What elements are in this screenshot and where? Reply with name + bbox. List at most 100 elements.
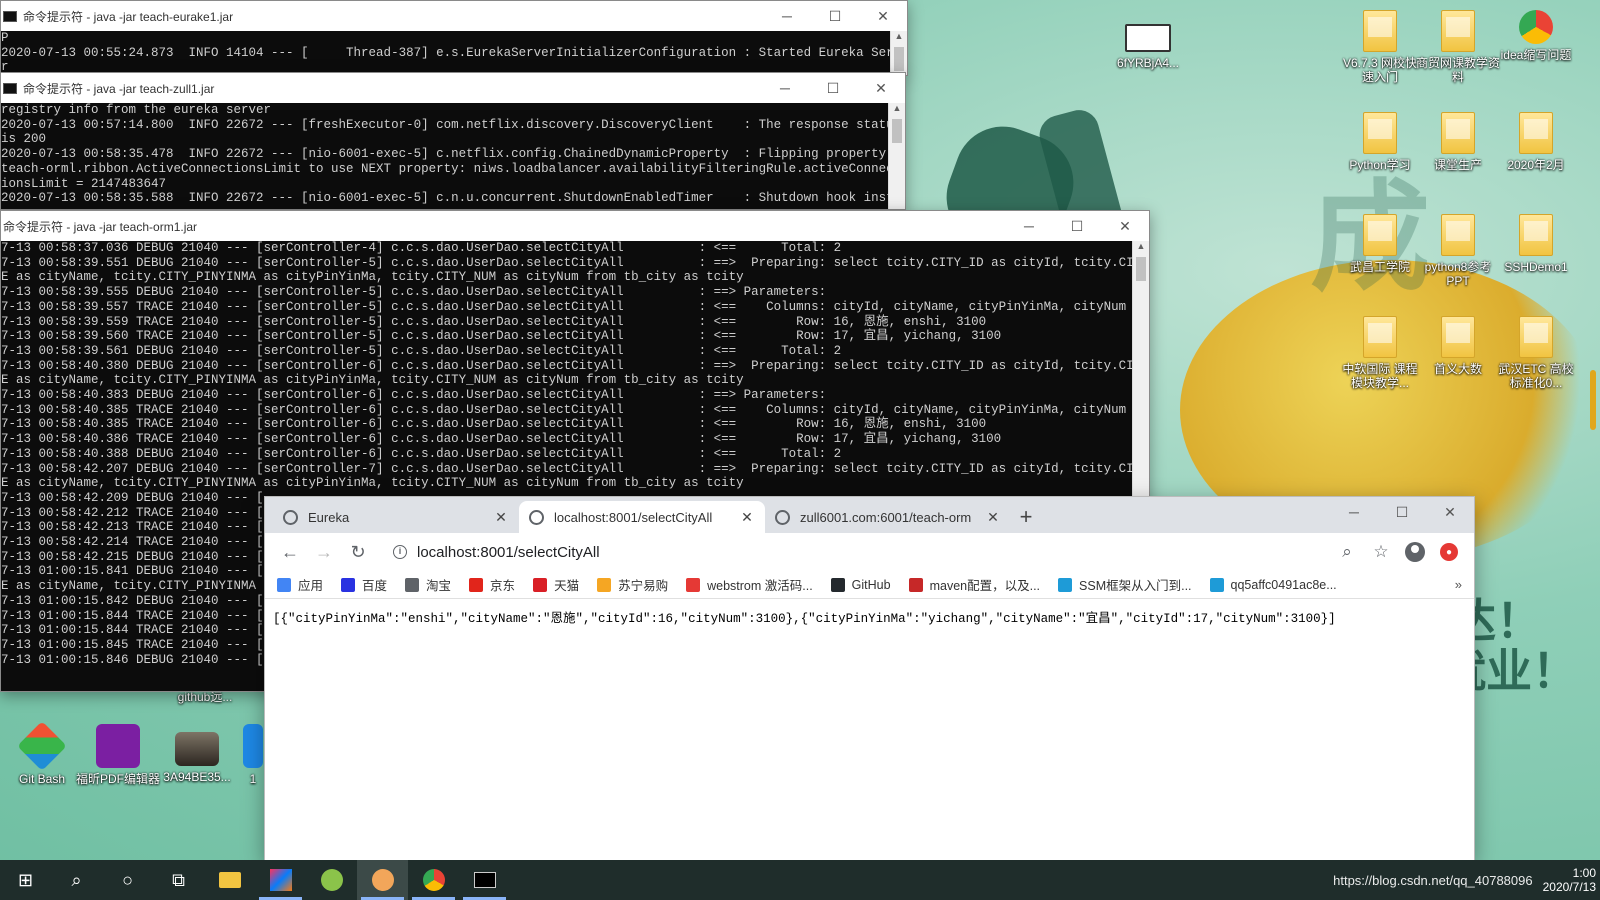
- address-bar[interactable]: i localhost:8001/selectCityAll ⌕ ☆: [383, 537, 1398, 567]
- new-tab-button[interactable]: +: [1011, 501, 1041, 533]
- start-button[interactable]: ⊞: [0, 860, 51, 900]
- bookmark-label: 淘宝: [426, 579, 452, 593]
- scroll-up-icon[interactable]: ▲: [1133, 241, 1149, 257]
- intellij-button[interactable]: [255, 860, 306, 900]
- maximize-button[interactable]: ☐: [1378, 497, 1426, 527]
- back-button[interactable]: ←: [273, 537, 307, 567]
- console-line: 7-13 00:58:39.561 DEBUG 21040 --- [serCo…: [1, 343, 842, 358]
- browser-toolbar: ← → ↻ i localhost:8001/selectCityAll ⌕ ☆…: [265, 533, 1474, 571]
- bookmark-label: 苏宁易购: [618, 579, 669, 593]
- close-button[interactable]: ✕: [1101, 211, 1149, 241]
- globe-icon: [283, 509, 298, 525]
- bookmark-item[interactable]: 苏宁易购: [597, 575, 668, 594]
- bookmark-item[interactable]: 天猫: [533, 575, 579, 594]
- desktop-icon-git-bash[interactable]: Git Bash: [0, 721, 84, 786]
- tab-label: localhost:8001/selectCityAll: [554, 509, 713, 525]
- profile-avatar[interactable]: [1398, 537, 1432, 567]
- minimize-button[interactable]: ─: [763, 1, 811, 31]
- folder-icon: [1441, 10, 1475, 52]
- github-icon: [830, 577, 845, 592]
- app-green-button[interactable]: [306, 860, 357, 900]
- minimize-button[interactable]: ─: [761, 73, 809, 103]
- chrome-button[interactable]: [408, 860, 459, 900]
- maximize-button[interactable]: ☐: [809, 73, 857, 103]
- desktop-icon-item[interactable]: 课堂生产: [1416, 112, 1500, 172]
- console-line: P: [1, 31, 9, 45]
- cmd-window-zull[interactable]: 命令提示符 - java -jar teach-zull1.jar ─ ☐ ✕ …: [0, 72, 906, 210]
- bookmark-item[interactable]: webstrom 激活码...: [686, 575, 813, 594]
- scroll-thumb[interactable]: [894, 47, 904, 71]
- scroll-thumb[interactable]: [1136, 257, 1146, 281]
- book-icon: [686, 577, 701, 592]
- desktop-icon-item[interactable]: idea缩写问题: [1494, 10, 1578, 62]
- info-icon[interactable]: i: [393, 545, 407, 559]
- desktop-icon-item[interactable]: 中软国际 课程模块教学...: [1338, 316, 1422, 390]
- star-icon[interactable]: ☆: [1364, 537, 1398, 567]
- scroll-up-icon[interactable]: ▲: [891, 31, 907, 47]
- close-button[interactable]: ✕: [859, 1, 907, 31]
- close-tab-icon[interactable]: ✕: [493, 509, 509, 526]
- bookmark-item[interactable]: maven配置，以及...: [908, 575, 1040, 594]
- bookmark-item[interactable]: 应用: [277, 575, 323, 594]
- window-titlebar[interactable]: 命令提示符 - java -jar teach-zull1.jar ─ ☐ ✕: [1, 73, 905, 103]
- bookmark-item[interactable]: 京东: [469, 575, 515, 594]
- desktop-icon-foxit-pdf[interactable]: 福昕PDF编辑器: [76, 724, 160, 786]
- scrollbar[interactable]: ▲: [890, 31, 907, 75]
- desktop-icon-item[interactable]: python8参考PPT: [1416, 214, 1500, 288]
- bookmark-label: GitHub: [851, 577, 891, 592]
- desktop-icon-label: 首义大数: [1433, 362, 1482, 376]
- window-titlebar[interactable]: 命令提示符 - java -jar teach-orm1.jar ─ ☐ ✕: [1, 211, 1149, 241]
- close-button[interactable]: ✕: [857, 73, 905, 103]
- scrollbar[interactable]: ▲: [888, 103, 905, 209]
- extension-button[interactable]: ●: [1432, 537, 1466, 567]
- forward-button[interactable]: →: [307, 537, 341, 567]
- bookmark-item[interactable]: 淘宝: [405, 575, 451, 594]
- tab-eureka[interactable]: Eureka ✕: [273, 501, 519, 533]
- desktop-icon-item[interactable]: 武汉ETC 高校标准化0...: [1494, 316, 1578, 390]
- close-tab-icon[interactable]: ✕: [739, 509, 755, 526]
- desktop-icon-item[interactable]: 武昌工学院: [1338, 214, 1422, 274]
- desktop-icon-image[interactable]: 6fYRBjA4...: [1106, 24, 1190, 70]
- folder-icon: [1519, 214, 1553, 256]
- window-titlebar[interactable]: 命令提示符 - java -jar teach-eurake1.jar ─ ☐ …: [1, 1, 907, 31]
- app-browser-button[interactable]: [357, 860, 408, 900]
- tab-zull[interactable]: zull6001.com:6001/teach-orm ✕: [765, 501, 1011, 533]
- cmd-window-eureka[interactable]: 命令提示符 - java -jar teach-eurake1.jar ─ ☐ …: [0, 0, 908, 76]
- bookmark-label: 百度: [362, 579, 388, 593]
- desktop-icon-item[interactable]: SSHDemo1: [1494, 214, 1578, 274]
- clock[interactable]: 1:00 2020/7/13: [1543, 866, 1596, 894]
- minimize-button[interactable]: ─: [1330, 497, 1378, 527]
- desktop-icon-item[interactable]: 商贸网课教学资料: [1416, 10, 1500, 84]
- desktop-icon-label: Python学习: [1349, 158, 1411, 172]
- desktop-icon-item[interactable]: Python学习: [1338, 112, 1422, 172]
- desktop-icon-image-file[interactable]: 3A94BE35...: [155, 732, 239, 784]
- file-explorer-button[interactable]: [204, 860, 255, 900]
- minimize-button[interactable]: ─: [1005, 211, 1053, 241]
- scroll-up-icon[interactable]: ▲: [889, 103, 905, 119]
- desktop-icon-item[interactable]: V6.7.3 网校快速入门: [1338, 10, 1422, 84]
- url-text[interactable]: localhost:8001/selectCityAll: [417, 544, 1330, 561]
- maximize-button[interactable]: ☐: [1053, 211, 1101, 241]
- desktop-icon-partial[interactable]: 1: [243, 724, 263, 786]
- terminal-button[interactable]: [459, 860, 510, 900]
- close-tab-icon[interactable]: ✕: [985, 509, 1001, 526]
- tab-select-city-all[interactable]: localhost:8001/selectCityAll ✕: [519, 501, 765, 533]
- bookmark-item[interactable]: 百度: [341, 575, 387, 594]
- bookmark-item[interactable]: SSM框架从入门到...: [1058, 575, 1192, 594]
- task-view-button[interactable]: ⧉: [153, 860, 204, 900]
- search-button[interactable]: ⌕: [51, 860, 102, 900]
- bookmark-item[interactable]: GitHub: [830, 577, 891, 592]
- more-bookmarks-button[interactable]: »: [1455, 577, 1462, 592]
- scroll-thumb[interactable]: [892, 119, 902, 143]
- image-file-icon: [1125, 24, 1171, 52]
- desktop-icon-label-partial[interactable]: github远...: [155, 690, 255, 704]
- zoom-icon[interactable]: ⌕: [1330, 537, 1364, 567]
- chrome-window[interactable]: Eureka ✕ localhost:8001/selectCityAll ✕ …: [264, 496, 1475, 861]
- bookmark-item[interactable]: qq5affc0491ac8e...: [1209, 577, 1337, 592]
- reload-button[interactable]: ↻: [341, 537, 375, 567]
- desktop-icon-item[interactable]: 2020年2月: [1494, 112, 1578, 172]
- cortana-button[interactable]: ○: [102, 860, 153, 900]
- desktop-icon-item[interactable]: 首义大数: [1416, 316, 1500, 376]
- maximize-button[interactable]: ☐: [811, 1, 859, 31]
- close-button[interactable]: ✕: [1426, 497, 1474, 527]
